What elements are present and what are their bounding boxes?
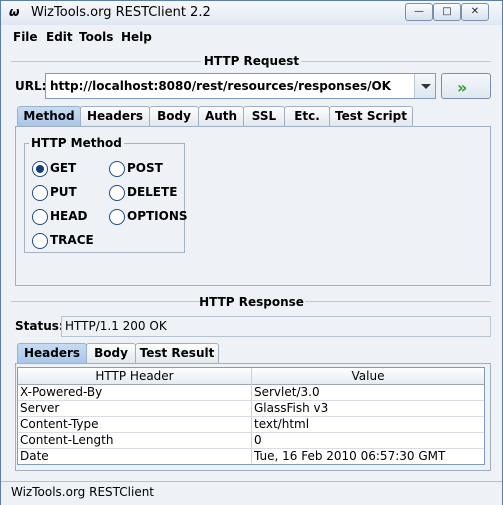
radio-delete[interactable] [109, 185, 125, 201]
menu-tools[interactable]: Tools [79, 30, 113, 44]
maximize-button[interactable]: □ [433, 3, 461, 21]
radio-options-label[interactable]: OPTIONS [127, 209, 188, 223]
radio-delete-label[interactable]: DELETE [127, 185, 177, 199]
app-icon: ω [9, 5, 20, 19]
status-value: HTTP/1.1 200 OK [65, 319, 167, 333]
radio-trace-label[interactable]: TRACE [50, 233, 94, 247]
restclient-window: ω WizTools.org RESTClient 2.2 — □ ✕ File… [0, 0, 503, 505]
tab-body[interactable]: Body [149, 106, 199, 126]
go-button[interactable]: » [441, 73, 491, 99]
table-row[interactable]: X-Powered-By Servlet/3.0 [18, 384, 484, 401]
table-row[interactable]: Server GlassFish v3 [18, 400, 484, 417]
radio-trace[interactable] [32, 233, 48, 249]
radio-head[interactable] [32, 209, 48, 225]
header-value-cell: 0 [254, 433, 262, 447]
menu-bar: File Edit Tools Help [1, 25, 502, 49]
tab-test-result[interactable]: Test Result [135, 343, 219, 363]
radio-post[interactable] [109, 161, 125, 177]
method-panel: HTTP Method GET POST PUT DELETE HEAD OPT… [15, 126, 491, 286]
request-divider-right [301, 61, 491, 62]
tab-method[interactable]: Method [17, 106, 81, 126]
header-name-cell: Content-Type [20, 417, 99, 431]
double-chevron-right-icon: » [457, 78, 467, 97]
title-bar[interactable]: ω WizTools.org RESTClient 2.2 — □ ✕ [1, 1, 502, 26]
url-input[interactable] [46, 74, 415, 98]
header-value-cell: Tue, 16 Feb 2010 06:57:30 GMT [254, 449, 446, 463]
column-header-http-header[interactable]: HTTP Header [18, 369, 251, 383]
url-combobox[interactable] [45, 73, 436, 99]
tab-etc[interactable]: Etc. [284, 106, 330, 126]
header-name-cell: Server [20, 401, 60, 415]
column-header-value[interactable]: Value [252, 369, 484, 383]
tab-test-script[interactable]: Test Script [329, 106, 413, 126]
radio-options[interactable] [109, 209, 125, 225]
header-value-cell: Servlet/3.0 [254, 385, 320, 399]
header-name-cell: Date [20, 449, 49, 463]
close-button[interactable]: ✕ [461, 3, 489, 21]
menu-help[interactable]: Help [121, 30, 152, 44]
tab-headers[interactable]: Headers [80, 106, 150, 126]
status-bar: WizTools.org RESTClient [1, 481, 502, 505]
status-bar-text: WizTools.org RESTClient [11, 485, 155, 499]
tab-auth[interactable]: Auth [198, 106, 244, 126]
status-field: HTTP/1.1 200 OK [61, 316, 491, 337]
radio-get[interactable] [32, 161, 48, 177]
menu-file[interactable]: File [13, 30, 38, 44]
url-label: URL: [15, 79, 47, 93]
http-method-group: HTTP Method GET POST PUT DELETE HEAD OPT… [24, 136, 188, 253]
header-value-cell: text/html [254, 417, 310, 431]
response-section-title: HTTP Response [199, 295, 304, 309]
header-value-cell: GlassFish v3 [254, 401, 329, 415]
request-tabs: Method Headers Body Auth SSL Etc. Test S… [17, 106, 487, 126]
radio-post-label[interactable]: POST [127, 161, 163, 175]
tab-response-body[interactable]: Body [86, 343, 136, 363]
response-headers-table[interactable]: HTTP Header Value X-Powered-By Servlet/3… [17, 367, 485, 465]
table-row[interactable]: Date Tue, 16 Feb 2010 06:57:30 GMT [18, 448, 484, 464]
window-title: WizTools.org RESTClient 2.2 [31, 5, 211, 20]
radio-put-label[interactable]: PUT [50, 185, 77, 199]
header-name-cell: X-Powered-By [20, 385, 103, 399]
response-tabs: Headers Body Test Result [17, 343, 487, 363]
http-method-group-title: HTTP Method [29, 136, 124, 150]
radio-get-label[interactable]: GET [50, 161, 76, 175]
status-label: Status: [15, 319, 64, 333]
minimize-button[interactable]: — [405, 3, 433, 21]
radio-head-label[interactable]: HEAD [50, 209, 88, 223]
chevron-down-icon[interactable] [414, 74, 435, 98]
tab-ssl[interactable]: SSL [243, 106, 285, 126]
menu-edit[interactable]: Edit [46, 30, 73, 44]
tab-response-headers[interactable]: Headers [17, 343, 87, 363]
response-divider-right [305, 301, 491, 302]
table-row[interactable]: Content-Length 0 [18, 432, 484, 449]
table-row[interactable]: Content-Type text/html [18, 416, 484, 433]
header-name-cell: Content-Length [20, 433, 114, 447]
radio-put[interactable] [32, 185, 48, 201]
